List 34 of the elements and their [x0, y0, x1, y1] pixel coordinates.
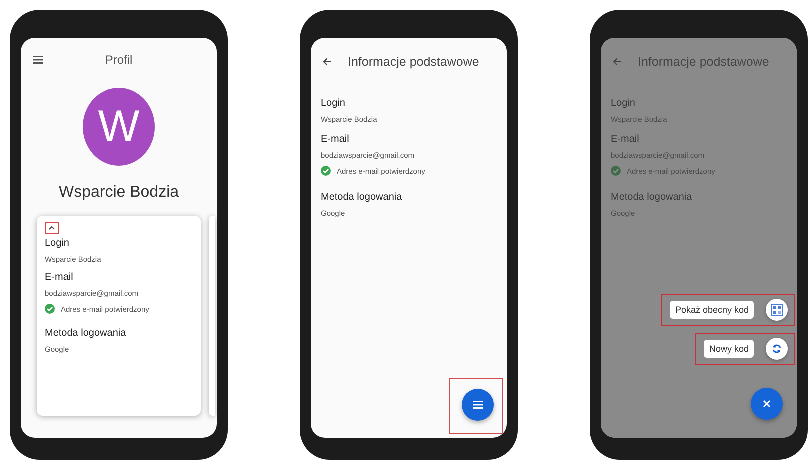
- back-arrow-icon: [323, 58, 332, 66]
- action-label[interactable]: Pokaż obecny kod: [670, 301, 754, 319]
- field-label: E-mail: [611, 134, 640, 145]
- action-label[interactable]: Nowy kod: [704, 340, 754, 358]
- refresh-icon: [772, 344, 782, 354]
- user-name: Wsparcie Bodzia: [58, 184, 180, 202]
- qr-code-icon: [771, 304, 783, 316]
- fab-button[interactable]: [462, 389, 494, 421]
- check-circle-icon: [45, 304, 55, 314]
- avatar: W: [83, 88, 155, 166]
- close-icon: [763, 400, 771, 408]
- back-arrow-icon: [613, 58, 622, 66]
- action-button[interactable]: [766, 338, 788, 360]
- field-label: Login: [321, 98, 346, 109]
- field-label: Login: [45, 238, 70, 249]
- menu-icon: [33, 56, 43, 64]
- back-button[interactable]: [321, 56, 334, 68]
- fab-button[interactable]: [751, 388, 783, 420]
- screen-title: Informacje podstawowe: [348, 55, 480, 69]
- field-label: Metoda logowania: [45, 328, 128, 339]
- field-label: Metoda logowania: [611, 192, 694, 203]
- chevron-up-icon: [49, 226, 55, 230]
- screen-title: Informacje podstawowe: [638, 55, 770, 69]
- field-label: E-mail: [321, 134, 350, 145]
- check-circle-icon: [611, 166, 621, 176]
- field-label: Metoda logowania: [321, 192, 404, 203]
- field-label: E-mail: [45, 272, 74, 283]
- collapse-button[interactable]: [45, 222, 59, 234]
- screen-title: Profil: [105, 53, 133, 67]
- field-label: Login: [611, 98, 636, 109]
- menu-icon: [473, 401, 483, 409]
- check-circle-icon: [321, 166, 331, 176]
- action-button[interactable]: [766, 299, 788, 321]
- menu-button[interactable]: [31, 54, 45, 66]
